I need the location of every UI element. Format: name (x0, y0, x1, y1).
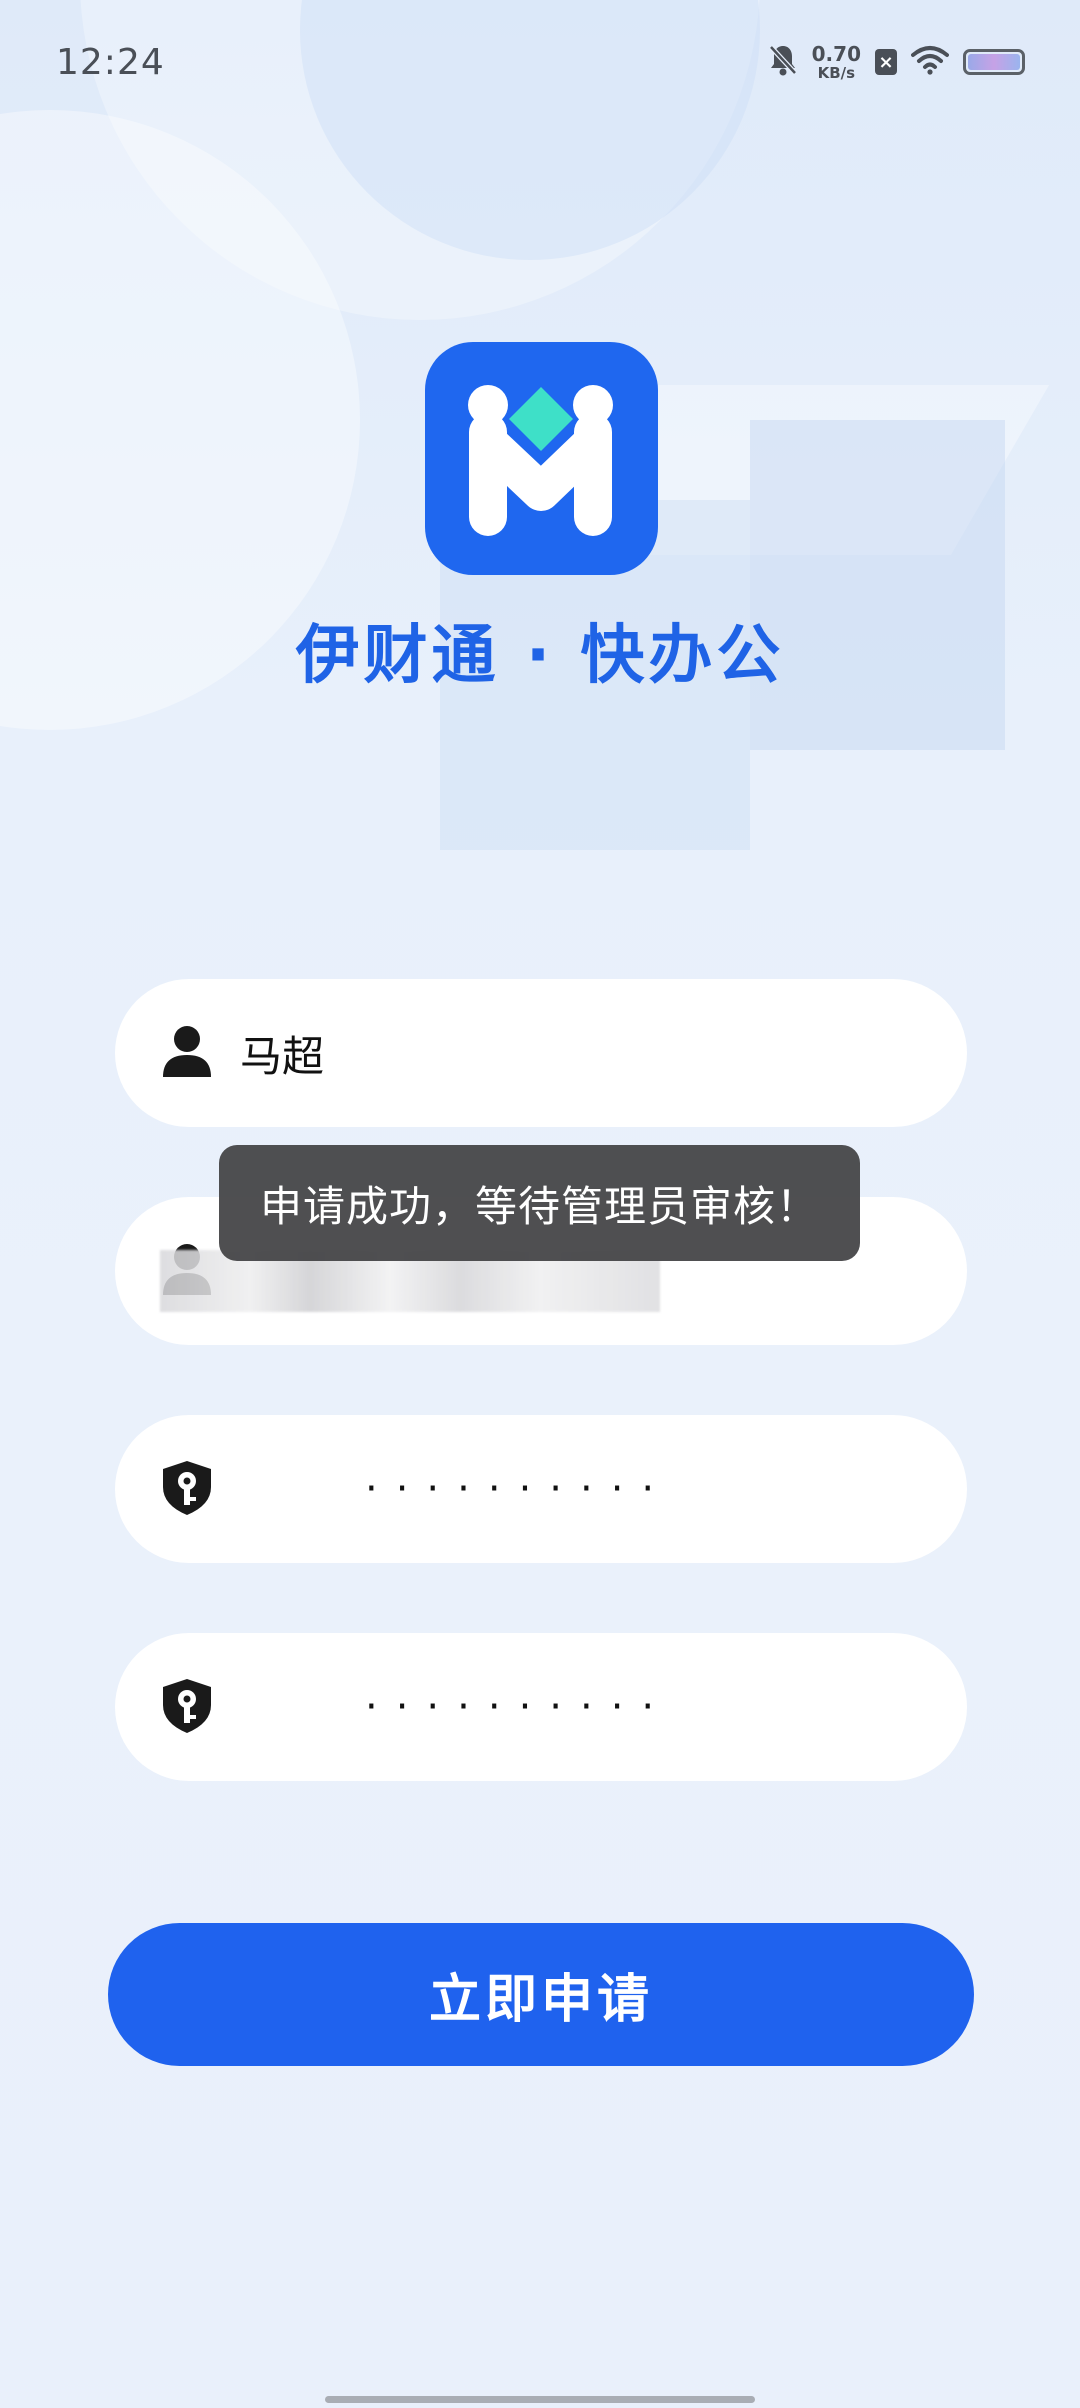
password-mask: ·········· (365, 1466, 673, 1512)
bell-muted-icon (768, 43, 798, 81)
shield-key-icon (159, 1459, 215, 1517)
name-value: 马超 (240, 1031, 325, 1081)
home-indicator[interactable] (325, 2396, 755, 2403)
user-icon (159, 1023, 215, 1081)
status-bar: 12:24 0.70 KB/s × (0, 0, 1080, 125)
status-time: 12:24 (56, 42, 165, 83)
battery-icon (963, 49, 1025, 75)
apply-now-button[interactable]: 立即申请 (108, 1923, 974, 2066)
app-logo-icon (425, 342, 658, 575)
net-speed-value: 0.70 (811, 41, 861, 66)
toast-message: 申请成功，等待管理员审核！ (219, 1145, 860, 1261)
status-icons: 0.70 KB/s × (768, 40, 1025, 84)
net-speed-unit: KB/s (817, 63, 856, 82)
confirm-password-mask: ·········· (365, 1684, 673, 1730)
wifi-icon (911, 45, 949, 79)
shield-key-icon (159, 1677, 215, 1735)
app-title: 伊财通 · 快办公 (295, 619, 785, 693)
name-field[interactable]: 马超 (115, 979, 967, 1127)
confirm-password-field[interactable]: ·········· (115, 1633, 967, 1781)
password-field[interactable]: ·········· (115, 1415, 967, 1563)
net-speed: 0.70 KB/s (812, 44, 861, 81)
sim-x-icon: × (875, 49, 897, 75)
